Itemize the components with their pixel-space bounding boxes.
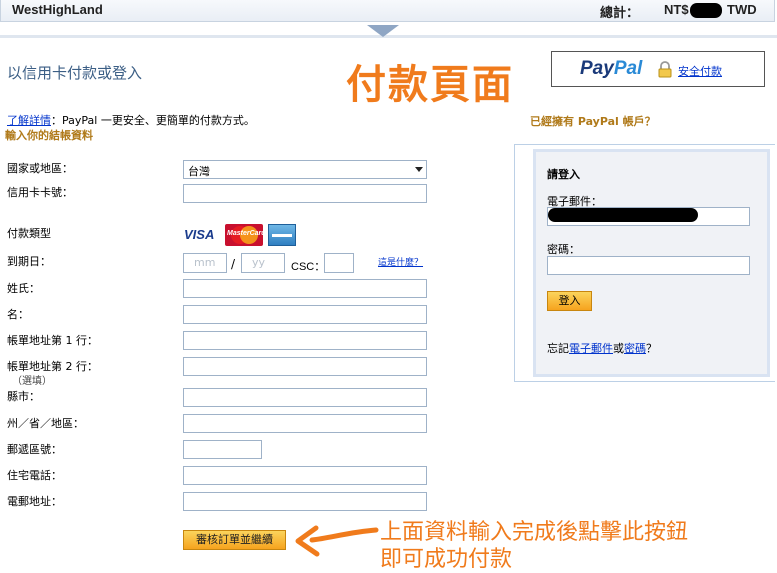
chevron-down-icon (415, 167, 423, 172)
last-name-input[interactable] (183, 279, 427, 298)
country-selected-value: 台灣 (188, 165, 210, 178)
amex-icon (268, 224, 296, 246)
card-number-input[interactable] (183, 184, 427, 203)
page-heading: 以信用卡付款或登入 (7, 64, 143, 82)
first-name-input[interactable] (183, 305, 427, 324)
first-name-label: 名： (7, 308, 29, 321)
mastercard-icon: MasterCard (225, 224, 266, 246)
billing-heading: 輸入你的結帳資料 (5, 129, 93, 142)
learn-more-link[interactable]: 了解詳情 (7, 114, 51, 127)
phone-input[interactable] (183, 466, 427, 485)
payment-type-label: 付款類型 (7, 227, 51, 240)
address-line1-input[interactable] (183, 331, 427, 350)
email-input[interactable] (183, 492, 427, 511)
login-password-input[interactable] (547, 256, 750, 275)
total-label: 總計： (600, 6, 640, 21)
learn-more-text: 了解詳情：PayPal 一更安全、更簡單的付款方式。 (7, 114, 255, 127)
paypal-secure-box: PayPal 安全付款 (551, 51, 765, 87)
state-label: 州／省／地區： (7, 417, 84, 430)
expand-details-icon[interactable] (367, 25, 399, 37)
total-amount-redaction (690, 3, 722, 18)
phone-label: 住宅電話： (7, 469, 62, 482)
postal-code-input[interactable] (183, 440, 262, 459)
expiry-year-input[interactable]: yy (241, 253, 285, 273)
instruction-line-2: 即可成功付款 (380, 547, 513, 572)
card-number-label: 信用卡卡號： (7, 186, 73, 199)
login-heading: 請登入 (547, 168, 580, 181)
address-line1-label: 帳單地址第 1 行： (7, 334, 98, 347)
address-line2-input[interactable] (183, 357, 427, 376)
payment-page-title: 付款頁面 (346, 62, 514, 108)
forgot-credentials: 忘記電子郵件或密碼？ (547, 342, 657, 355)
email-label: 電郵地址： (7, 495, 62, 508)
postal-code-label: 郵遞區號： (7, 443, 62, 456)
total-currency-prefix: NT$ (664, 2, 689, 17)
country-select[interactable]: 台灣 (183, 160, 427, 179)
email-redaction (548, 208, 698, 222)
state-input[interactable] (183, 414, 427, 433)
secure-payment-link[interactable]: 安全付款 (678, 63, 722, 79)
expiry-month-input[interactable]: mm (183, 253, 227, 273)
forgot-password-link[interactable]: 密碼 (624, 342, 646, 355)
arrow-left-icon (295, 525, 379, 557)
city-input[interactable] (183, 388, 427, 407)
top-bar (0, 0, 775, 22)
country-label: 國家或地區： (7, 162, 73, 175)
merchant-name: WestHighLand (12, 2, 103, 17)
lock-icon (658, 61, 672, 78)
paypal-logo: PayPal (580, 58, 643, 79)
expiry-separator: / (231, 257, 236, 271)
city-label: 縣市： (7, 390, 40, 403)
forgot-email-link[interactable]: 電子郵件 (569, 342, 613, 355)
what-is-this-link[interactable]: 這是什麼？ (378, 255, 423, 268)
csc-input[interactable] (324, 253, 354, 273)
review-order-button[interactable]: 審核訂單並繼續 (183, 530, 286, 550)
last-name-label: 姓氏： (7, 282, 40, 295)
expiry-label: 到期日： (7, 255, 51, 268)
login-password-label: 密碼： (547, 243, 580, 256)
existing-account-question: 已經擁有 PayPal 帳戶？ (530, 115, 656, 128)
total-currency-code: TWD (727, 2, 757, 17)
csc-label: CSC： (291, 261, 326, 273)
visa-icon: VISA (184, 227, 215, 242)
login-button[interactable]: 登入 (547, 291, 592, 311)
address-line2-hint: （選填） (12, 376, 52, 387)
